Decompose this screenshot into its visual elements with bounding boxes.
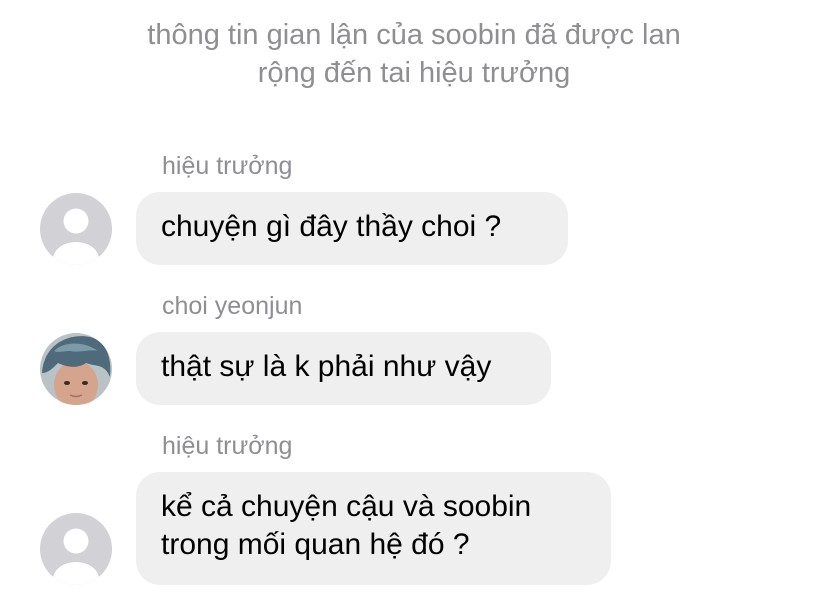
message-text: thật sự là k phải như vậy [161, 350, 492, 383]
message-text: kể cả chuyện cậu và soobin [161, 490, 532, 523]
message-text: chuyện gì đây thầy choi ? [161, 210, 502, 243]
default-avatar-icon[interactable] [40, 513, 112, 585]
system-notice: thông tin gian lận của soobin đã được la… [0, 16, 828, 92]
message-text: trong mối quan hệ đó ? [161, 528, 470, 561]
message-bubble[interactable]: chuyện gì đây thầy choi ? [136, 192, 568, 265]
message-bubble[interactable]: thật sự là k phải như vậy [136, 332, 551, 405]
profile-photo-avatar[interactable] [40, 333, 112, 405]
sender-name: hiệu trưởng [162, 432, 293, 460]
message-bubble[interactable]: kể cả chuyện cậu và soobin trong mối qua… [136, 472, 611, 585]
system-notice-line: thông tin gian lận của soobin đã được la… [147, 19, 681, 51]
sender-name: choi yeonjun [162, 292, 303, 320]
default-avatar-icon[interactable] [40, 193, 112, 265]
system-notice-line: rộng đến tai hiệu trưởng [257, 57, 571, 89]
sender-name: hiệu trưởng [162, 152, 293, 180]
